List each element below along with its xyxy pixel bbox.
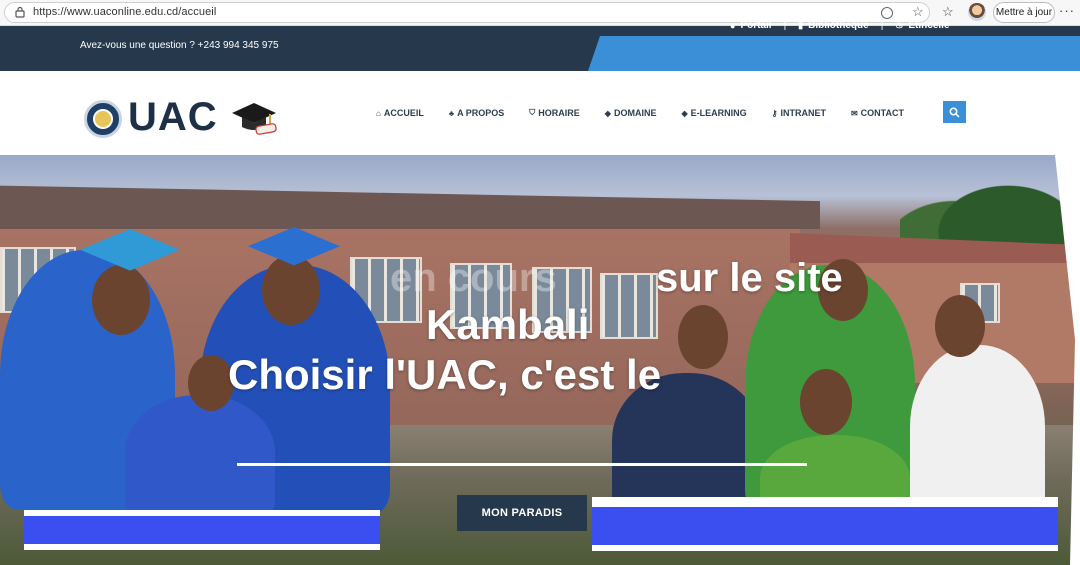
reader-mode-icon[interactable] [881, 7, 893, 19]
graduation-icon: ◆ [681, 108, 688, 118]
nav-e-learning[interactable]: ◆ E-LEARNING [681, 108, 746, 118]
nav-domaine[interactable]: ◆ DOMAINE [605, 108, 657, 118]
main-nav: ⌂ ACCUEIL ♣ A PROPOS ⛉ HORAIRE ◆ DOMAINE ◆ E-… [376, 108, 929, 118]
university-seal-logo[interactable] [84, 100, 122, 138]
search-button[interactable] [943, 101, 966, 123]
link-bibliotheque[interactable]: ▮ Bibliothèque [798, 20, 869, 31]
book-icon: ▮ [798, 20, 804, 30]
star-icon[interactable]: ☆ [912, 4, 924, 20]
browser-menu-icon[interactable]: ··· [1059, 3, 1075, 18]
url-text: https://www.uaconline.edu.cd/accueil [33, 6, 217, 18]
flame-icon: ♨ [895, 20, 904, 30]
hero-blue-strip [592, 497, 1058, 551]
graduate-face [800, 369, 852, 435]
key-icon: ⚷ [771, 108, 778, 118]
hero-line-1: sur le site [656, 256, 843, 300]
graduate-figure [125, 395, 275, 515]
site-logo-text[interactable]: UAC [128, 95, 218, 139]
hero-divider [237, 463, 807, 466]
nav-a-propos[interactable]: ♣ A PROPOS [449, 108, 504, 118]
link-bibliotheque-label: Bibliothèque [808, 20, 869, 31]
contact-question: Avez-vous une question ? +243 994 345 97… [80, 40, 279, 51]
link-portail[interactable]: ● Portail [730, 20, 772, 31]
nav-contact[interactable]: ✉ CONTACT [851, 108, 904, 118]
user-icon: ● [730, 20, 736, 31]
home-icon: ⌂ [376, 108, 381, 118]
nav-label: CONTACT [860, 108, 904, 118]
update-button[interactable]: Mettre à jour [993, 2, 1055, 23]
graduate-face [678, 305, 728, 369]
link-portail-label: Portail [740, 20, 772, 31]
profile-avatar[interactable] [968, 3, 986, 21]
hero-line-2: Kambali [426, 301, 590, 348]
separator: | [880, 20, 884, 31]
graduate-face [262, 255, 320, 325]
separator: | [783, 20, 787, 31]
graduation-cap-icon [232, 103, 277, 135]
hero-ghost-text: en cours [390, 256, 557, 300]
nav-label: DOMAINE [613, 108, 657, 118]
graduate-face [92, 265, 150, 335]
nav-label: HORAIRE [538, 108, 580, 118]
top-links: ● Portail | ▮ Bibliothèque | ♨ Etincelle [730, 20, 950, 31]
graduate-face [935, 295, 985, 357]
nav-intranet[interactable]: ⚷ INTRANET [772, 108, 826, 118]
hero-blue-strip [24, 510, 380, 550]
nav-label: ACCUEIL [383, 108, 424, 118]
nav-horaire[interactable]: ⛉ HORAIRE [529, 108, 580, 118]
nav-label: INTRANET [780, 108, 826, 118]
top-links-panel [588, 36, 1080, 71]
lock-icon [15, 6, 25, 18]
hero-banner: en cours sur le site Kambali Choisir l'U… [0, 155, 1080, 565]
nav-label: A PROPOS [457, 108, 505, 118]
nav-accueil[interactable]: ⌂ ACCUEIL [376, 108, 424, 118]
people-icon: ♣ [448, 108, 455, 118]
graduation-icon: ◆ [604, 108, 611, 118]
hero-line-3: Choisir l'UAC, c'est le [228, 351, 662, 398]
link-etincelle[interactable]: ♨ Etincelle [895, 20, 949, 31]
graduate-figure [910, 345, 1045, 515]
seal-emblem [93, 109, 113, 129]
envelope-icon: ✉ [850, 108, 858, 118]
site-header: UAC ⌂ ACCUEIL ♣ A PROPOS ⛉ HORAIRE ◆ DOMAINE… [0, 71, 1080, 155]
building-window [600, 273, 658, 339]
building-roof [0, 185, 820, 229]
nav-label: E-LEARNING [690, 108, 747, 118]
mon-paradis-button[interactable]: MON PARADIS [457, 495, 587, 531]
shield-icon: ⛉ [529, 108, 536, 117]
search-icon [949, 106, 960, 118]
favorites-icon[interactable]: ☆ [942, 4, 954, 20]
link-etincelle-label: Etincelle [908, 20, 950, 31]
top-info-bar: Avez-vous une question ? +243 994 345 97… [0, 26, 1080, 71]
